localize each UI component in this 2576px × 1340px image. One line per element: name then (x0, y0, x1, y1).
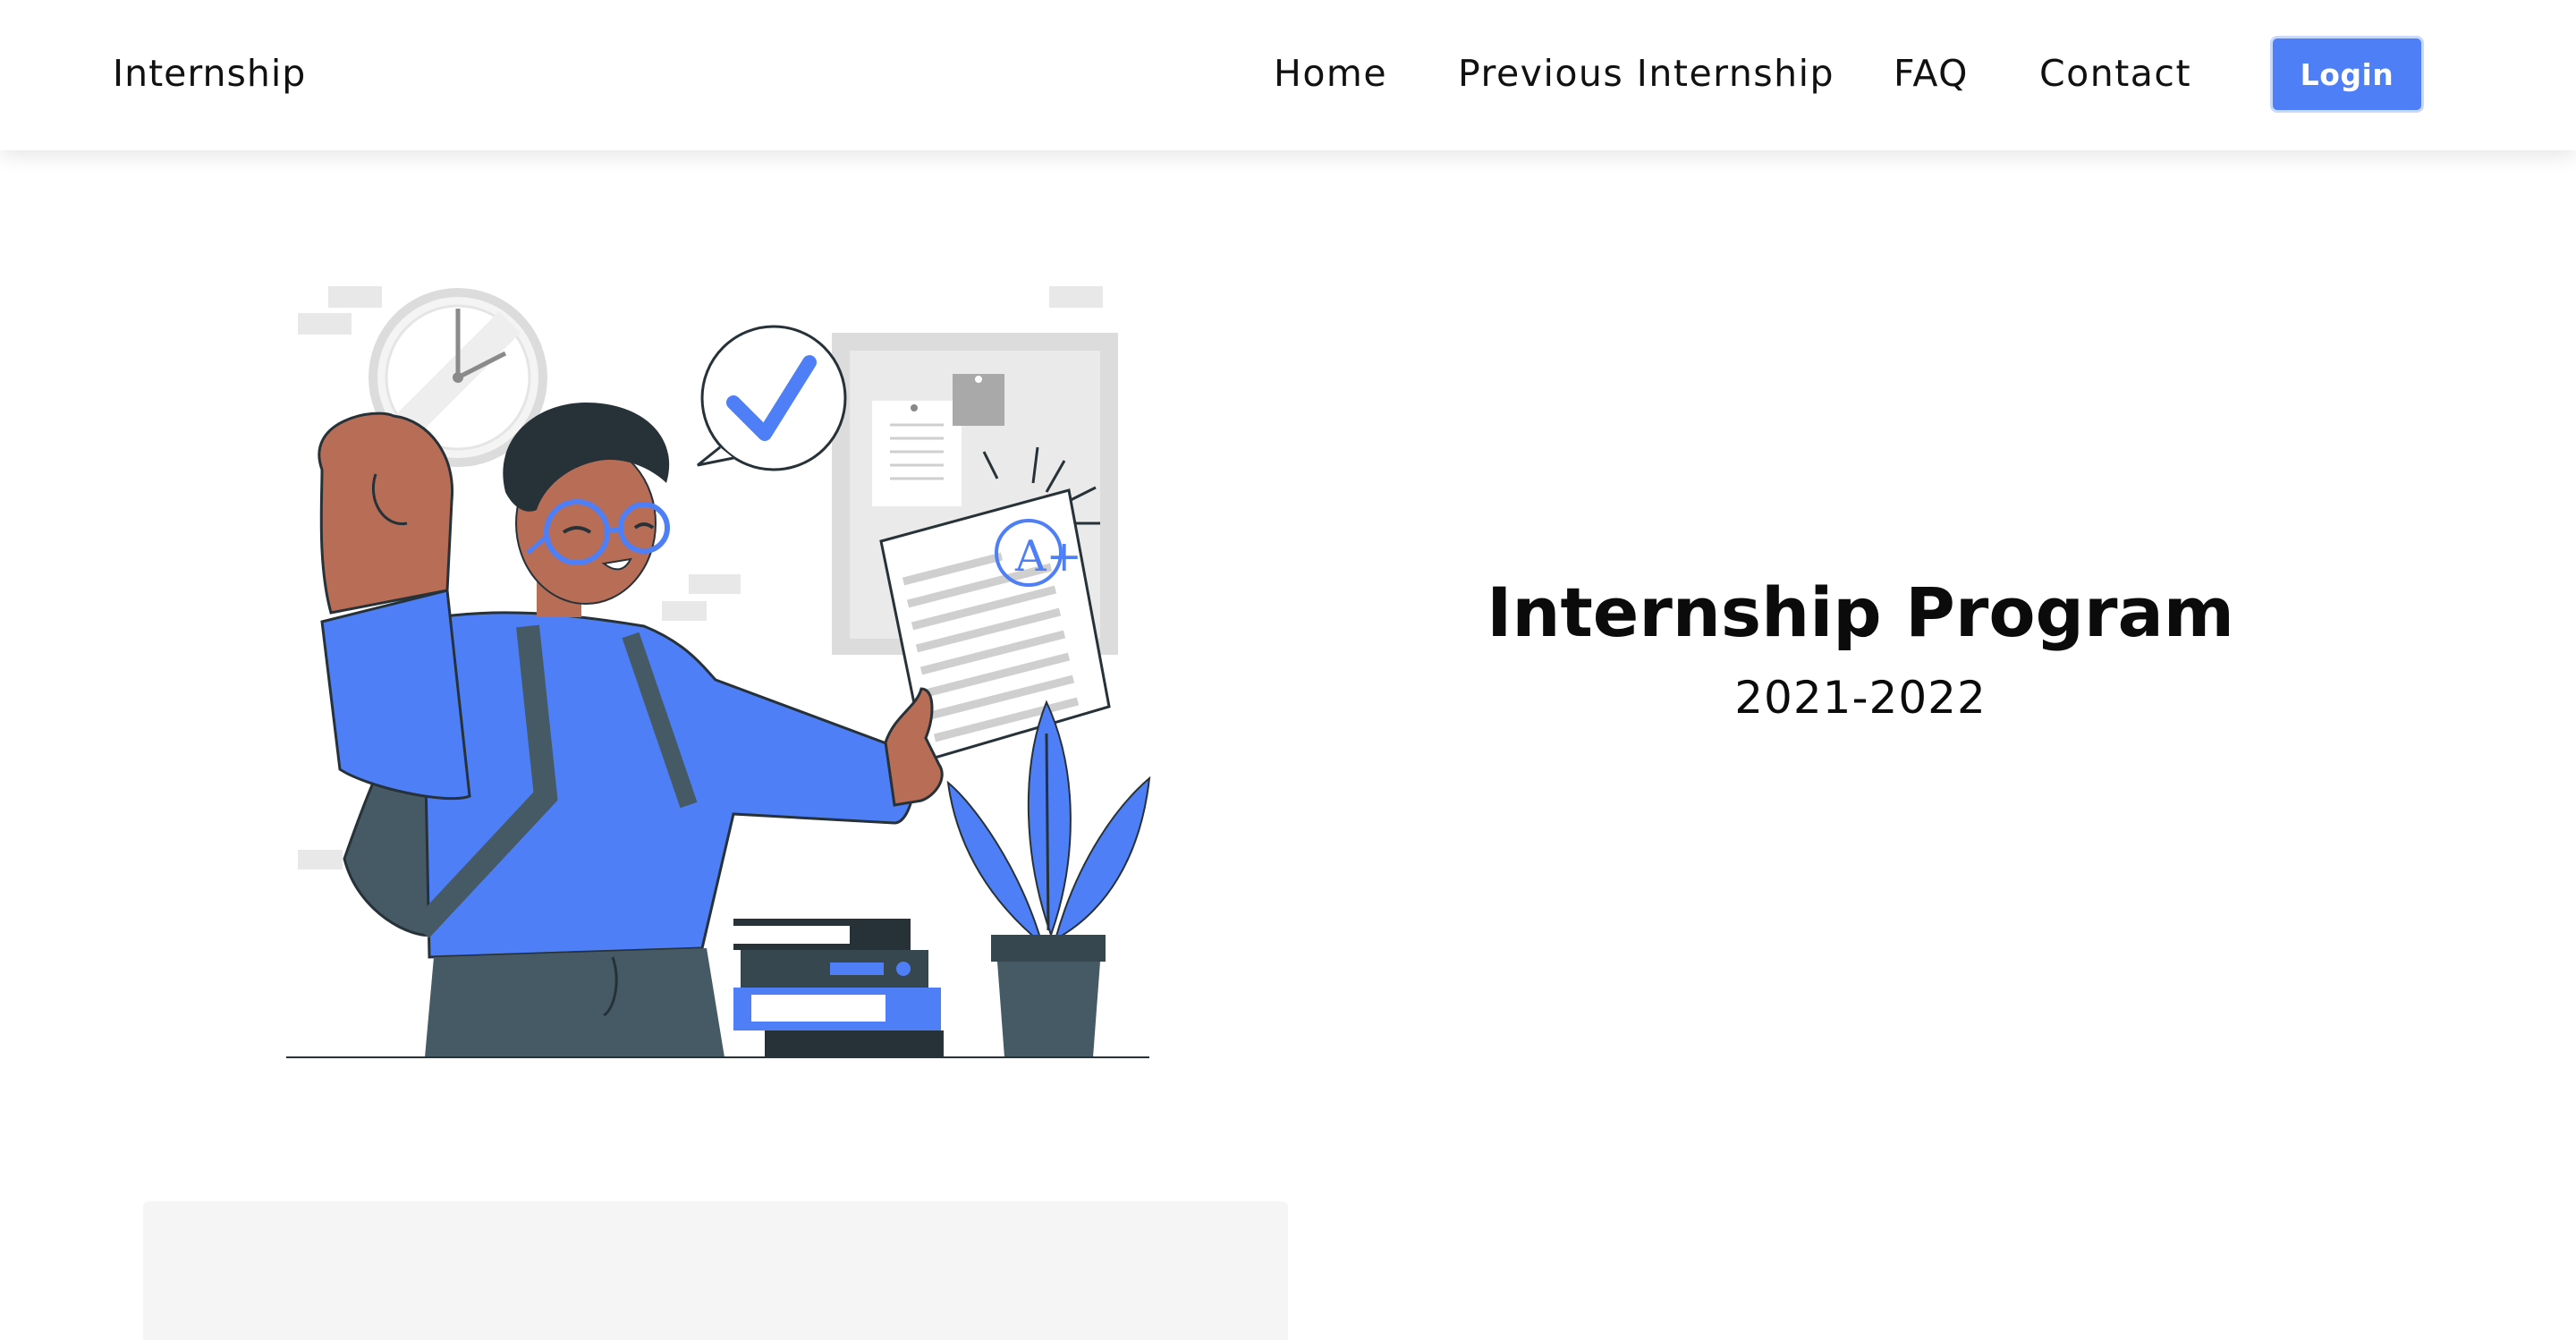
hero-illustration: A+ (268, 268, 1163, 1064)
student-illustration: A+ (286, 286, 1151, 1058)
nav-home[interactable]: Home (1274, 47, 1387, 100)
nav-previous-internship[interactable]: Previous Internship (1458, 47, 1835, 100)
books-stack (733, 919, 944, 1057)
plant-icon (946, 700, 1151, 1057)
grade-text: A+ (1014, 531, 1082, 581)
navbar: Internship Home Previous Internship FAQ … (0, 0, 2576, 150)
hero-subtitle: 2021-2022 (1734, 672, 1987, 724)
nav-faq[interactable]: FAQ (1894, 47, 1969, 100)
brand-logo[interactable]: Internship (113, 47, 306, 100)
hero-title: Internship Program (1487, 572, 2234, 652)
content-card (143, 1201, 1288, 1340)
nav-contact[interactable]: Contact (2039, 47, 2191, 100)
login-button[interactable]: Login (2270, 36, 2424, 113)
hero-text: Internship Program 2021-2022 (1360, 564, 2361, 732)
checkmark-bubble-icon (697, 325, 847, 471)
